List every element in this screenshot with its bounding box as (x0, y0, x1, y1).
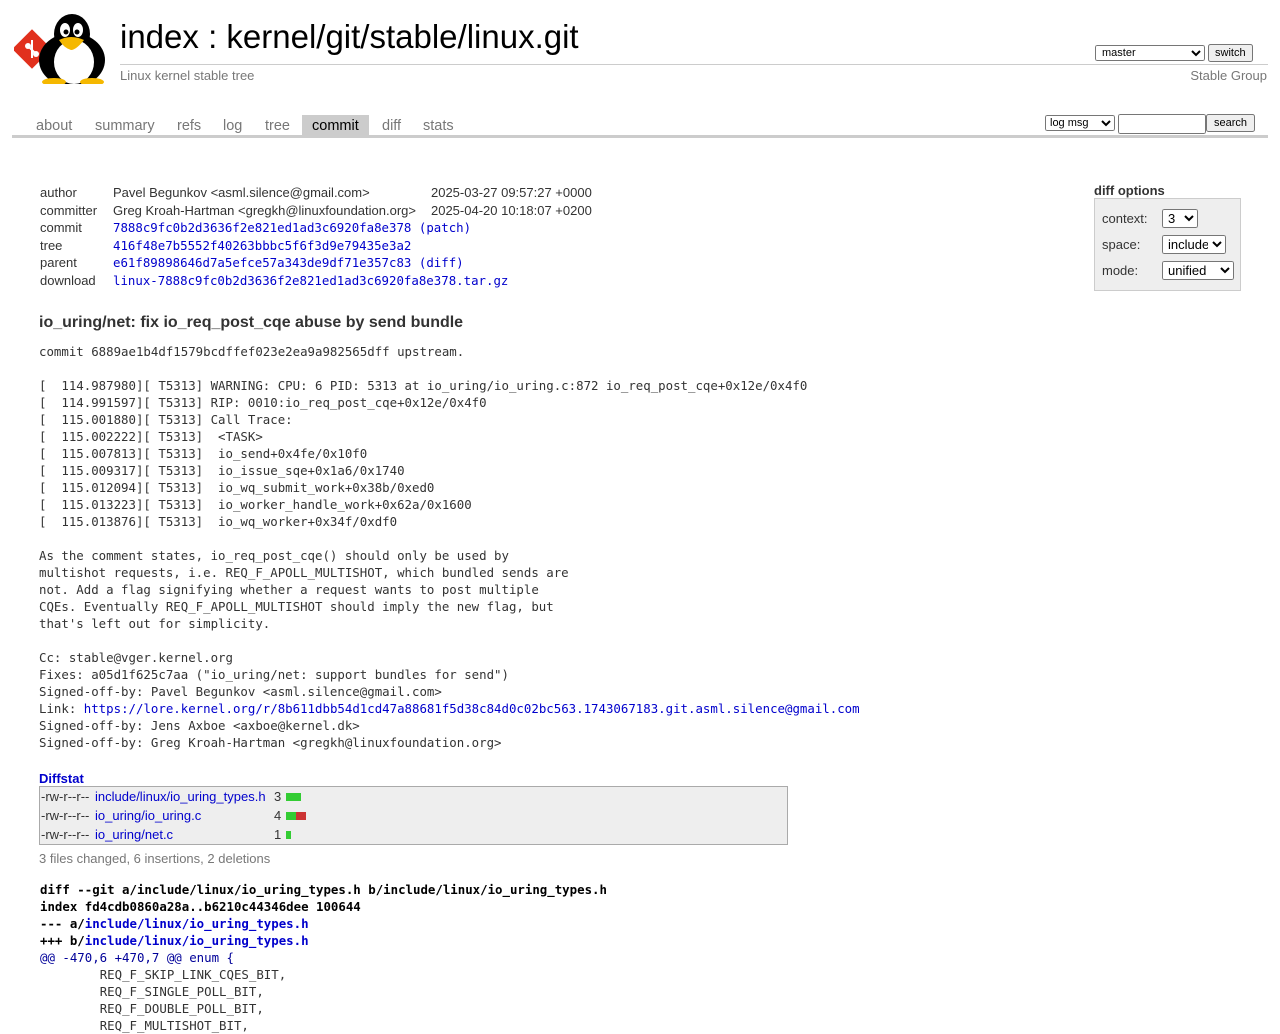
diffstat-change-count: 4 (274, 808, 282, 823)
page-title: index : kernel/git/stable/linux.git (120, 17, 579, 57)
penguin-icon (39, 14, 105, 84)
diff-context-lines: REQ_F_SKIP_LINK_CQES_BIT, REQ_F_SINGLE_P… (99, 967, 287, 1033)
message-body: commit 6889ae1b4df1579bcdffef023e2ea9a98… (39, 344, 808, 699)
search-button[interactable]: search (1206, 114, 1256, 132)
index-link[interactable]: index (120, 18, 199, 55)
diffstat-change-count: 1 (274, 827, 282, 842)
diffstat-graph (286, 793, 301, 801)
diffstat-file-link[interactable]: include/linux/io_uring_types.h (95, 787, 266, 806)
commit-subject: io_uring/net: fix io_req_post_cqe abuse … (39, 314, 464, 331)
diff-view: diff --git a/include/linux/io_uring_type… (40, 881, 607, 1034)
parent-label: parent (40, 255, 77, 271)
tree-row: tree 416f48e7b5552f40263bbbc5f6f3d9e7943… (40, 237, 592, 255)
diff-hunk-header: @@ -470,6 +470,7 @@ enum { (40, 950, 234, 965)
context-select[interactable]: 3 (1162, 209, 1198, 228)
mode-label: mode: (1102, 263, 1139, 278)
download-value: linux-7888c9fc0b2d3636f2e821ed1ad3c6920f… (113, 272, 592, 290)
diffstat-table: -rw-r--r-- include/linux/io_uring_types.h… (39, 786, 788, 845)
tree-hash-link[interactable]: 416f48e7b5552f40263bbbc5f6f3d9e79435e3a2 (113, 238, 411, 253)
diffstat-header[interactable]: Diffstat (39, 771, 84, 786)
parent-hash-link[interactable]: e61f89898646d7a5efce57a343de9df71e357c83 (113, 255, 411, 270)
diffstat-insertions-bar (286, 812, 296, 820)
diffstat-file-mode: -rw-r--r-- (41, 827, 90, 842)
commit-row: commit 7888c9fc0b2d3636f2e821ed1ad3c6920… (40, 219, 592, 237)
diffstat-insertions-bar (286, 793, 301, 801)
author-label: author (40, 185, 77, 201)
author-value: Pavel Begunkov <asml.silence@gmail.com> (113, 185, 370, 201)
switch-button[interactable]: switch (1208, 44, 1253, 62)
diffstat-graph (286, 831, 291, 839)
search-input[interactable] (1118, 114, 1206, 134)
diff-minus-file-link[interactable]: include/linux/io_uring_types.h (85, 916, 309, 931)
diffstat-insertions-bar (286, 831, 291, 839)
diffstat-change-count: 3 (274, 789, 282, 804)
committer-label: committer (40, 202, 98, 218)
download-label: download (40, 272, 96, 288)
mode-select[interactable]: unified (1162, 261, 1234, 280)
tab-summary[interactable]: summary (85, 115, 165, 135)
tab-stats[interactable]: stats (413, 115, 464, 135)
diff-index-line: index fd4cdb0860a28a..b6210c44346dee 100… (40, 899, 361, 914)
tux-logo (14, 14, 105, 84)
diff-plus-file-link[interactable]: include/linux/io_uring_types.h (85, 933, 309, 948)
link-prefix: Link: (39, 701, 84, 716)
diffstat-file-mode: -rw-r--r-- (41, 808, 90, 823)
commit-hash-link[interactable]: 7888c9fc0b2d3636f2e821ed1ad3c6920fa8e378 (113, 220, 411, 235)
committer-row: committer Greg Kroah-Hartman <gregkh@lin… (40, 202, 592, 220)
diffstat-file-link[interactable]: io_uring/net.c (95, 825, 173, 844)
tab-diff[interactable]: diff (372, 115, 411, 135)
space-select[interactable]: include (1162, 235, 1226, 254)
author-date: 2025-03-27 09:57:27 +0000 (430, 185, 592, 201)
diff-options-title: diff options (1094, 183, 1165, 198)
space-label: space: (1102, 237, 1141, 252)
branch-select[interactable]: master (1095, 45, 1205, 61)
author-row: author Pavel Begunkov <asml.silence@gmai… (40, 184, 592, 202)
message-tail: Signed-off-by: Jens Axboe <axboe@kernel.… (39, 718, 502, 750)
parent-diff-link[interactable]: (diff) (419, 255, 464, 270)
download-row: download linux-7888c9fc0b2d3636f2e821ed1… (40, 272, 592, 290)
committer-date: 2025-04-20 10:18:07 +0200 (430, 202, 592, 218)
patch-link[interactable]: (patch) (419, 220, 471, 235)
commit-value: 7888c9fc0b2d3636f2e821ed1ad3c6920fa8e378… (113, 219, 592, 237)
context-label: context: (1102, 211, 1148, 226)
repo-description: Linux kernel stable tree (120, 68, 255, 83)
parent-value: e61f89898646d7a5efce57a343de9df71e357c83… (113, 254, 592, 272)
commit-message: commit 6889ae1b4df1579bcdffef023e2ea9a98… (39, 343, 860, 751)
tree-label: tree (40, 237, 63, 253)
header-divider (120, 64, 1268, 65)
search-mode-select[interactable]: log msg (1045, 115, 1115, 131)
diffstat-file-link[interactable]: io_uring/io_uring.c (95, 806, 201, 825)
tab-log[interactable]: log (213, 115, 252, 135)
commit-info-table: author Pavel Begunkov <asml.silence@gmai… (40, 184, 592, 289)
diff-git-line: diff --git a/include/linux/io_uring_type… (40, 882, 607, 897)
repo-owner: Stable Group (1190, 68, 1267, 83)
repo-link[interactable]: kernel/git/stable/linux.git (226, 18, 578, 55)
diff-options-panel: context: 3 space: include mode: unified (1094, 198, 1241, 291)
diffstat-file-mode: -rw-r--r-- (41, 789, 90, 804)
download-link[interactable]: linux-7888c9fc0b2d3636f2e821ed1ad3c6920f… (113, 273, 508, 288)
commit-label: commit (40, 220, 82, 236)
parent-row: parent e61f89898646d7a5efce57a343de9df71… (40, 254, 592, 272)
lore-link[interactable]: https://lore.kernel.org/r/8b611dbb54d1cd… (84, 701, 860, 716)
tab-refs[interactable]: refs (167, 115, 211, 135)
diffstat-deletions-bar (296, 812, 306, 820)
title-separator: : (208, 18, 218, 55)
diff-plus-prefix: +++ b/ (40, 933, 85, 948)
tab-commit[interactable]: commit (302, 115, 369, 135)
tab-tree[interactable]: tree (255, 115, 300, 135)
tree-value: 416f48e7b5552f40263bbbc5f6f3d9e79435e3a2 (113, 237, 592, 255)
diffstat-summary: 3 files changed, 6 insertions, 2 deletio… (39, 851, 271, 866)
diffstat-graph (286, 812, 306, 820)
diff-minus-prefix: --- a/ (40, 916, 85, 931)
committer-value: Greg Kroah-Hartman <gregkh@linuxfoundati… (113, 202, 416, 218)
tab-about[interactable]: about (26, 115, 82, 135)
